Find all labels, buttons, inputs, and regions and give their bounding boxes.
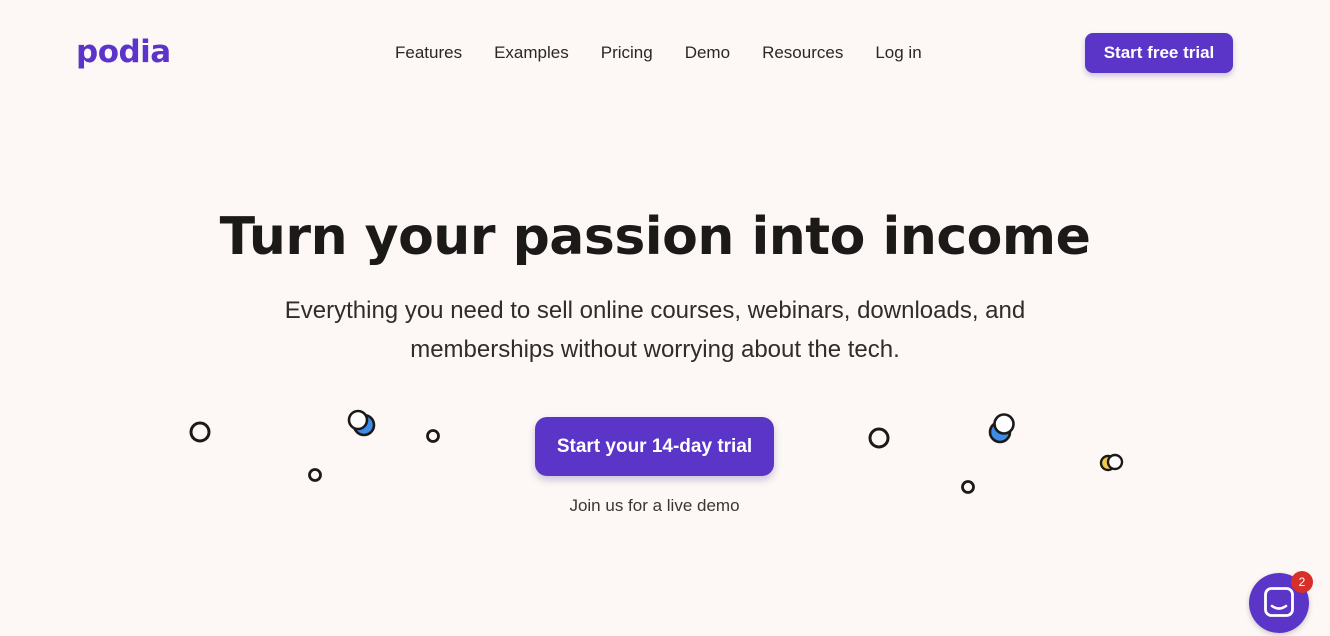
deco-circle (426, 429, 440, 443)
deco-blue-coin (988, 413, 1015, 444)
deco-circle (308, 468, 322, 482)
live-demo-link[interactable]: Join us for a live demo (535, 495, 774, 517)
deco-yellow-coin (1099, 453, 1124, 472)
deco-circle (868, 427, 890, 449)
deco-circle (189, 421, 211, 443)
deco-circle (961, 480, 975, 494)
decorative-circles (189, 409, 1124, 494)
chat-icon (1264, 587, 1294, 617)
start-14-day-trial-button[interactable]: Start your 14-day trial (535, 417, 774, 476)
deco-blue-coin (347, 409, 376, 437)
notification-badge: 2 (1291, 571, 1313, 593)
